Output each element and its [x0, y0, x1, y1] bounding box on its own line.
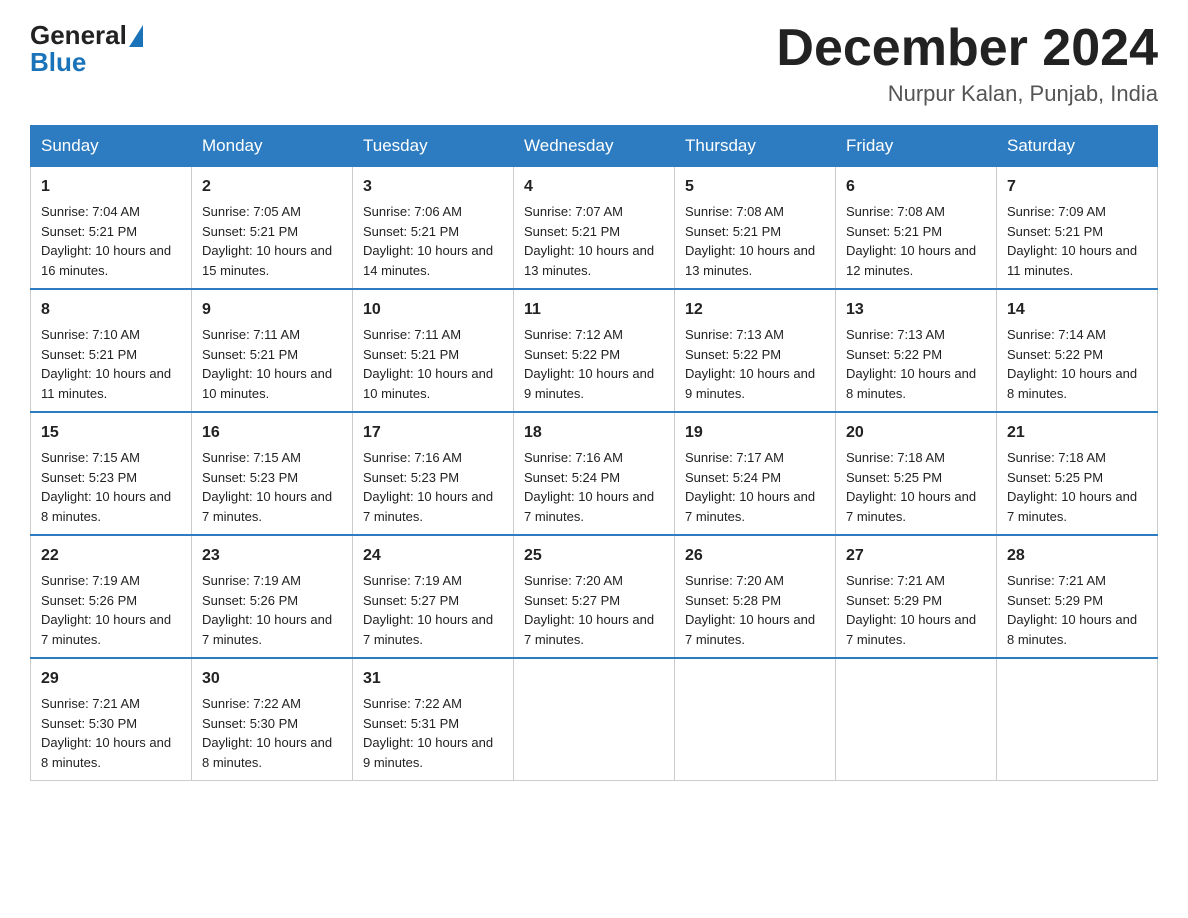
calendar-day-cell: 19Sunrise: 7:17 AMSunset: 5:24 PMDayligh…	[675, 412, 836, 535]
calendar-day-cell: 1Sunrise: 7:04 AMSunset: 5:21 PMDaylight…	[31, 167, 192, 290]
day-number: 31	[363, 667, 503, 691]
calendar-day-cell: 20Sunrise: 7:18 AMSunset: 5:25 PMDayligh…	[836, 412, 997, 535]
calendar-day-cell	[675, 658, 836, 781]
day-number: 13	[846, 298, 986, 322]
day-number: 16	[202, 421, 342, 445]
day-number: 19	[685, 421, 825, 445]
location-title: Nurpur Kalan, Punjab, India	[776, 81, 1158, 107]
day-number: 6	[846, 175, 986, 199]
calendar-table: SundayMondayTuesdayWednesdayThursdayFrid…	[30, 125, 1158, 781]
calendar-day-cell: 17Sunrise: 7:16 AMSunset: 5:23 PMDayligh…	[353, 412, 514, 535]
calendar-body: 1Sunrise: 7:04 AMSunset: 5:21 PMDaylight…	[31, 167, 1158, 781]
calendar-day-cell: 31Sunrise: 7:22 AMSunset: 5:31 PMDayligh…	[353, 658, 514, 781]
calendar-day-cell: 16Sunrise: 7:15 AMSunset: 5:23 PMDayligh…	[192, 412, 353, 535]
day-number: 8	[41, 298, 181, 322]
calendar-week-row: 15Sunrise: 7:15 AMSunset: 5:23 PMDayligh…	[31, 412, 1158, 535]
calendar-day-cell: 21Sunrise: 7:18 AMSunset: 5:25 PMDayligh…	[997, 412, 1158, 535]
weekday-header-cell: Saturday	[997, 126, 1158, 167]
day-number: 10	[363, 298, 503, 322]
calendar-day-cell: 8Sunrise: 7:10 AMSunset: 5:21 PMDaylight…	[31, 289, 192, 412]
day-number: 11	[524, 298, 664, 322]
day-number: 17	[363, 421, 503, 445]
day-number: 30	[202, 667, 342, 691]
calendar-day-cell: 26Sunrise: 7:20 AMSunset: 5:28 PMDayligh…	[675, 535, 836, 658]
calendar-day-cell: 10Sunrise: 7:11 AMSunset: 5:21 PMDayligh…	[353, 289, 514, 412]
calendar-day-cell: 27Sunrise: 7:21 AMSunset: 5:29 PMDayligh…	[836, 535, 997, 658]
weekday-header-cell: Friday	[836, 126, 997, 167]
day-number: 7	[1007, 175, 1147, 199]
day-number: 15	[41, 421, 181, 445]
calendar-day-cell: 28Sunrise: 7:21 AMSunset: 5:29 PMDayligh…	[997, 535, 1158, 658]
calendar-day-cell: 11Sunrise: 7:12 AMSunset: 5:22 PMDayligh…	[514, 289, 675, 412]
calendar-day-cell	[997, 658, 1158, 781]
day-number: 23	[202, 544, 342, 568]
title-area: December 2024 Nurpur Kalan, Punjab, Indi…	[776, 20, 1158, 107]
calendar-day-cell: 3Sunrise: 7:06 AMSunset: 5:21 PMDaylight…	[353, 167, 514, 290]
calendar-day-cell: 12Sunrise: 7:13 AMSunset: 5:22 PMDayligh…	[675, 289, 836, 412]
day-number: 9	[202, 298, 342, 322]
day-number: 27	[846, 544, 986, 568]
calendar-day-cell: 14Sunrise: 7:14 AMSunset: 5:22 PMDayligh…	[997, 289, 1158, 412]
calendar-day-cell: 22Sunrise: 7:19 AMSunset: 5:26 PMDayligh…	[31, 535, 192, 658]
calendar-day-cell	[514, 658, 675, 781]
page-header: General Blue December 2024 Nurpur Kalan,…	[30, 20, 1158, 107]
logo: General Blue	[30, 20, 143, 78]
calendar-day-cell: 5Sunrise: 7:08 AMSunset: 5:21 PMDaylight…	[675, 167, 836, 290]
calendar-day-cell: 7Sunrise: 7:09 AMSunset: 5:21 PMDaylight…	[997, 167, 1158, 290]
calendar-day-cell: 25Sunrise: 7:20 AMSunset: 5:27 PMDayligh…	[514, 535, 675, 658]
day-number: 4	[524, 175, 664, 199]
weekday-header-cell: Sunday	[31, 126, 192, 167]
logo-blue-text: Blue	[30, 47, 143, 78]
day-number: 28	[1007, 544, 1147, 568]
weekday-header-row: SundayMondayTuesdayWednesdayThursdayFrid…	[31, 126, 1158, 167]
calendar-week-row: 1Sunrise: 7:04 AMSunset: 5:21 PMDaylight…	[31, 167, 1158, 290]
day-number: 21	[1007, 421, 1147, 445]
weekday-header-cell: Thursday	[675, 126, 836, 167]
calendar-week-row: 22Sunrise: 7:19 AMSunset: 5:26 PMDayligh…	[31, 535, 1158, 658]
calendar-day-cell: 9Sunrise: 7:11 AMSunset: 5:21 PMDaylight…	[192, 289, 353, 412]
month-title: December 2024	[776, 20, 1158, 77]
day-number: 2	[202, 175, 342, 199]
day-number: 20	[846, 421, 986, 445]
weekday-header-cell: Wednesday	[514, 126, 675, 167]
logo-triangle-icon	[129, 25, 143, 47]
calendar-day-cell: 6Sunrise: 7:08 AMSunset: 5:21 PMDaylight…	[836, 167, 997, 290]
calendar-day-cell: 4Sunrise: 7:07 AMSunset: 5:21 PMDaylight…	[514, 167, 675, 290]
calendar-day-cell: 29Sunrise: 7:21 AMSunset: 5:30 PMDayligh…	[31, 658, 192, 781]
calendar-day-cell: 24Sunrise: 7:19 AMSunset: 5:27 PMDayligh…	[353, 535, 514, 658]
day-number: 14	[1007, 298, 1147, 322]
calendar-week-row: 29Sunrise: 7:21 AMSunset: 5:30 PMDayligh…	[31, 658, 1158, 781]
calendar-day-cell	[836, 658, 997, 781]
day-number: 5	[685, 175, 825, 199]
day-number: 29	[41, 667, 181, 691]
weekday-header-cell: Monday	[192, 126, 353, 167]
day-number: 1	[41, 175, 181, 199]
day-number: 12	[685, 298, 825, 322]
calendar-day-cell: 2Sunrise: 7:05 AMSunset: 5:21 PMDaylight…	[192, 167, 353, 290]
weekday-header-cell: Tuesday	[353, 126, 514, 167]
day-number: 24	[363, 544, 503, 568]
day-number: 26	[685, 544, 825, 568]
day-number: 18	[524, 421, 664, 445]
day-number: 3	[363, 175, 503, 199]
calendar-day-cell: 30Sunrise: 7:22 AMSunset: 5:30 PMDayligh…	[192, 658, 353, 781]
day-number: 25	[524, 544, 664, 568]
calendar-day-cell: 13Sunrise: 7:13 AMSunset: 5:22 PMDayligh…	[836, 289, 997, 412]
calendar-day-cell: 23Sunrise: 7:19 AMSunset: 5:26 PMDayligh…	[192, 535, 353, 658]
calendar-week-row: 8Sunrise: 7:10 AMSunset: 5:21 PMDaylight…	[31, 289, 1158, 412]
calendar-day-cell: 18Sunrise: 7:16 AMSunset: 5:24 PMDayligh…	[514, 412, 675, 535]
day-number: 22	[41, 544, 181, 568]
calendar-day-cell: 15Sunrise: 7:15 AMSunset: 5:23 PMDayligh…	[31, 412, 192, 535]
